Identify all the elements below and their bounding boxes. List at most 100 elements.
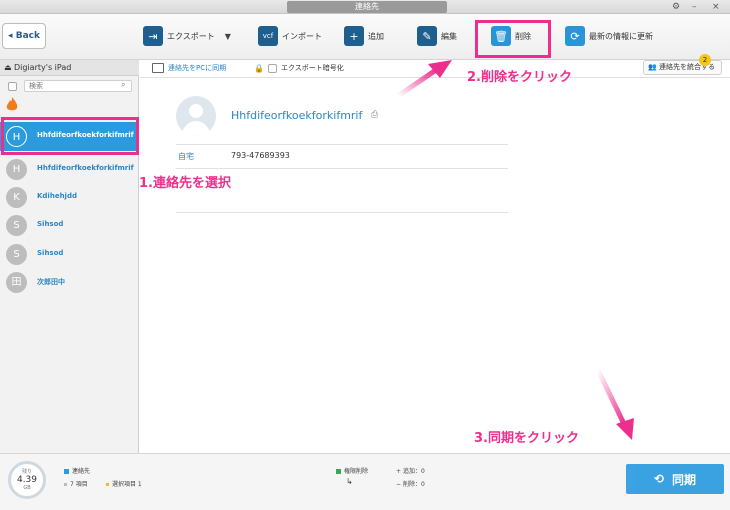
contact-avatar: H — [6, 159, 27, 180]
highlight-delete-box — [475, 20, 551, 58]
toolbar: ◂ Back ⇥ エクスポート ▼ vcf インポート + 追加 ✎ 編集 🗑 … — [0, 14, 730, 60]
section-name: 連絡先 — [64, 466, 90, 475]
add-button[interactable]: + 追加 — [344, 25, 384, 47]
contact-item[interactable]: 田 次郎田中 — [0, 268, 139, 297]
contact-photo — [176, 96, 216, 136]
storage-unit: GB — [23, 485, 31, 491]
divider — [176, 212, 508, 213]
section-color-swatch — [64, 469, 69, 474]
selected-count-label: 選択項目 1 — [112, 481, 142, 488]
lock-icon: 🔒 — [254, 63, 264, 73]
contact-name: 次郎田中 — [37, 278, 65, 286]
search-icon[interactable]: ⌕ — [121, 80, 125, 90]
import-icon: vcf — [258, 26, 278, 46]
merge-count-badge: 2 — [699, 54, 711, 66]
selected-count: 選択項目 1 — [106, 479, 142, 488]
export-icon: ⇥ — [143, 26, 163, 46]
encrypt-label: エクスポート暗号化 — [280, 64, 344, 72]
divider — [176, 144, 508, 145]
bullet-icon — [106, 483, 109, 486]
storage-caption: 残り — [21, 469, 32, 475]
perm-delete: 権限削除 — [336, 466, 368, 475]
sync-to-pc-label: 連絡先をPCに同期 — [168, 64, 227, 72]
arrow-to-sync — [595, 368, 627, 426]
contact-name: Hhfdifeorfkoekforkifmrif — [37, 164, 134, 172]
contact-item[interactable]: S Sihsod — [0, 211, 139, 240]
contact-avatar: K — [6, 187, 27, 208]
export-label: エクスポート — [167, 31, 215, 41]
select-all-checkbox[interactable] — [8, 82, 17, 91]
monitor-icon — [152, 63, 164, 73]
printer-icon[interactable]: ⎙ — [371, 110, 378, 120]
items-count-label: 7 項目 — [70, 481, 88, 488]
contact-detail-name: Hhfdifeorfkoekforkifmrif — [231, 109, 363, 122]
import-label: インポート — [282, 31, 322, 41]
back-chevron-icon: ◂ — [8, 31, 13, 41]
edit-label: 編集 — [441, 31, 457, 41]
divider — [176, 168, 508, 169]
contact-item[interactable]: S Sihsod — [0, 240, 139, 269]
contact-avatar: S — [6, 244, 27, 265]
sync-to-pc-button[interactable]: 連絡先をPCに同期 — [152, 63, 226, 73]
perm-delete-swatch — [336, 469, 341, 474]
eject-icon[interactable]: ⏏ — [4, 60, 12, 76]
minimize-icon[interactable]: – — [692, 1, 697, 13]
step1-annotation: 1.連絡先を選択 — [139, 176, 231, 191]
step3-annotation: 3.同期をクリック — [474, 431, 579, 446]
sub-toolbar: 連絡先をPCに同期 🔒 エクスポート暗号化 👥 連絡先を統合する 2 — [140, 54, 730, 78]
return-icon: ↳ — [346, 477, 353, 486]
export-button[interactable]: ⇥ エクスポート ▼ — [143, 25, 231, 47]
contact-avatar: S — [6, 215, 27, 236]
search-row: ⌕ — [0, 78, 139, 94]
storage-gauge: 残り 4.39 GB — [8, 461, 46, 499]
add-contact-icon: + — [344, 26, 364, 46]
deleted-label: 削除：0 — [402, 481, 425, 488]
phone-label: 自宅 — [178, 152, 194, 161]
refresh-icon: ⟳ — [565, 26, 585, 46]
contact-name: Sihsod — [37, 249, 64, 257]
edit-icon: ✎ — [417, 26, 437, 46]
storage-value: 4.39 — [16, 475, 38, 485]
refresh-button[interactable]: ⟳ 最新の情報に更新 — [565, 25, 653, 47]
search-input[interactable] — [24, 80, 132, 92]
phone-value[interactable]: 793-47689393 — [231, 151, 290, 160]
section-name-label: 連絡先 — [72, 468, 91, 475]
minus-icon: − — [396, 481, 403, 488]
contact-name: Kdihehjdd — [37, 192, 77, 200]
bullet-icon — [64, 483, 67, 486]
plus-icon: + — [396, 468, 403, 475]
added-count: + 追加：0 — [396, 466, 425, 475]
import-button[interactable]: vcf インポート — [258, 25, 322, 47]
contact-name: Sihsod — [37, 220, 64, 228]
settings-icon[interactable]: ⚙ — [672, 1, 680, 13]
device-name: Digiarty's iPad — [14, 63, 72, 72]
export-encrypt-toggle[interactable]: 🔒 エクスポート暗号化 — [254, 63, 344, 73]
encrypt-checkbox[interactable] — [267, 63, 277, 73]
back-label: Back — [15, 31, 40, 41]
device-row[interactable]: ⏏ Digiarty's iPad — [0, 60, 139, 76]
arrow-head-sync — [616, 418, 634, 440]
refresh-label: 最新の情報に更新 — [589, 31, 653, 41]
items-count: 7 項目 — [64, 479, 88, 488]
title-bar: 連絡先 ⚙ – × — [0, 0, 730, 14]
chevron-down-icon[interactable]: ▼ — [225, 32, 231, 41]
contact-item[interactable]: H Hhfdifeorfkoekforkifmrif — [0, 155, 139, 184]
deleted-count: − 削除：0 — [396, 479, 425, 488]
contact-avatar: 田 — [6, 272, 27, 293]
added-label: 追加：0 — [402, 468, 425, 475]
highlight-contact-box — [1, 117, 139, 155]
section-flame-icon — [6, 97, 18, 111]
perm-delete-label: 権限削除 — [344, 468, 369, 475]
sync-button[interactable]: ⟲ 同期 — [626, 464, 724, 494]
people-icon: 👥 — [648, 63, 657, 71]
back-button[interactable]: ◂ Back — [2, 23, 46, 49]
contact-item[interactable]: K Kdihehjdd — [0, 183, 139, 212]
add-label: 追加 — [368, 31, 384, 41]
sync-label: 同期 — [672, 472, 697, 487]
status-bar: 残り 4.39 GB 連絡先 7 項目 選択項目 1 権限削除 ↳ + 追加：0… — [0, 453, 730, 510]
close-icon[interactable]: × — [712, 1, 720, 13]
edit-button[interactable]: ✎ 編集 — [417, 25, 457, 47]
window-title: 連絡先 — [287, 1, 447, 13]
step2-annotation: 2.削除をクリック — [467, 70, 572, 85]
sync-icon: ⟲ — [653, 472, 665, 486]
